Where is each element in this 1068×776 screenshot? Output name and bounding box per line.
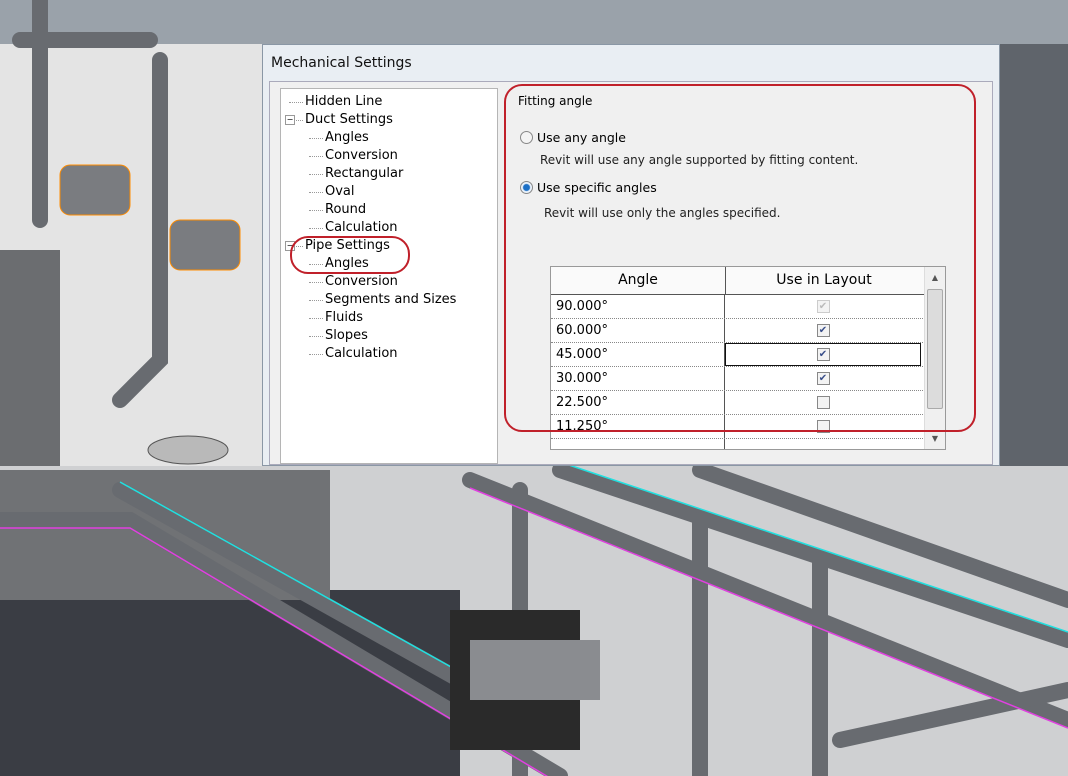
tree-item[interactable]: Slopes: [325, 327, 368, 345]
tree-connector: [309, 210, 323, 211]
tree-item[interactable]: Round: [325, 201, 366, 219]
tree-connector: [309, 354, 323, 355]
mechanical-settings-dialog: Mechanical Settings Hidden Line Duct Sett…: [262, 44, 1000, 466]
tree-connector: [289, 102, 303, 103]
tree-item[interactable]: Segments and Sizes: [325, 291, 456, 309]
collapse-icon[interactable]: −: [285, 115, 295, 125]
tree-connector: [309, 138, 323, 139]
tree-item[interactable]: Hidden Line: [305, 93, 382, 111]
angle-cell[interactable]: [551, 439, 725, 449]
tree-item[interactable]: Calculation: [325, 345, 398, 363]
tree-connector: [309, 336, 323, 337]
dialog-title: Mechanical Settings: [271, 55, 412, 71]
tree-connector: [309, 282, 323, 283]
scroll-down-icon[interactable]: ▼: [925, 434, 945, 443]
tree-connector: [309, 174, 323, 175]
highlight-annotation: [504, 84, 976, 432]
tree-item[interactable]: Rectangular: [325, 165, 403, 183]
dialog-body: Hidden Line Duct Settings − Angles Conversio…: [269, 81, 993, 465]
tree-item[interactable]: Conversion: [325, 273, 398, 291]
angles-panel: Fitting angle Use any angle Revit will u…: [504, 82, 992, 464]
tree-connector: [309, 192, 323, 193]
pipe-angles-highlight-annotation: [290, 236, 410, 274]
tree-item[interactable]: Fluids: [325, 309, 363, 327]
tree-item[interactable]: Calculation: [325, 219, 398, 237]
tree-connector: [309, 156, 323, 157]
tree-connector: [309, 228, 323, 229]
tree-item[interactable]: Oval: [325, 183, 355, 201]
settings-tree: Hidden Line Duct Settings − Angles Conversio…: [280, 88, 498, 464]
tree-connector: [309, 300, 323, 301]
tree-connector: [309, 318, 323, 319]
table-row-empty[interactable]: [551, 439, 945, 449]
tree-item[interactable]: Angles: [325, 129, 369, 147]
tree-item[interactable]: Duct Settings: [305, 111, 393, 129]
tree-item[interactable]: Conversion: [325, 147, 398, 165]
